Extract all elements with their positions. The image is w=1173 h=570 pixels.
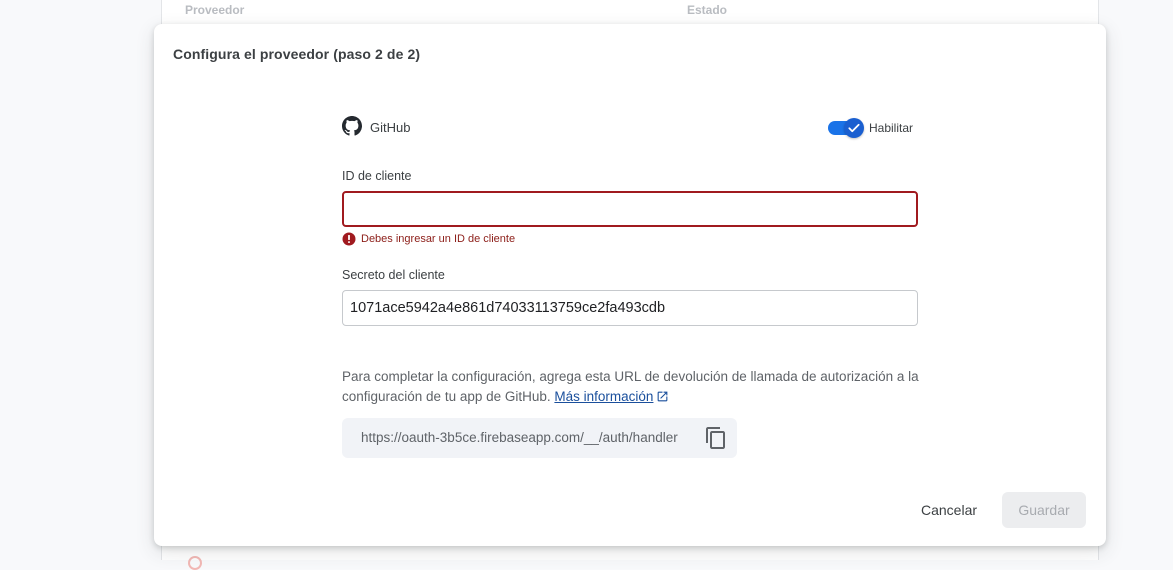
learn-more-link-label: Más información — [554, 389, 654, 404]
background-status-indicator — [188, 556, 202, 570]
copy-icon[interactable] — [704, 426, 728, 450]
external-link-icon — [658, 391, 668, 402]
client-id-input[interactable] — [342, 191, 918, 227]
provider-name: GitHub — [370, 120, 411, 135]
enable-toggle[interactable] — [828, 118, 866, 138]
callback-info-text: Para completar la configuración, agrega … — [342, 367, 922, 407]
client-id-label: ID de cliente — [342, 169, 412, 183]
client-secret-input[interactable] — [342, 290, 918, 326]
cancel-button[interactable]: Cancelar — [911, 492, 987, 528]
error-message: Debes ingresar un ID de cliente — [361, 233, 516, 245]
callback-url-box: https://oauth-3b5ce.firebaseapp.com/__/a… — [342, 418, 737, 458]
callback-url: https://oauth-3b5ce.firebaseapp.com/__/a… — [361, 430, 678, 445]
client-secret-label: Secreto del cliente — [342, 268, 445, 282]
provider-row: GitHub Habilitar — [342, 116, 918, 138]
enable-toggle-label[interactable]: Habilitar — [869, 121, 913, 135]
column-header-status: Estado — [687, 3, 728, 17]
dialog-title: Configura el proveedor (paso 2 de 2) — [173, 46, 421, 62]
error-icon — [342, 232, 356, 246]
toggle-knob — [844, 118, 864, 138]
learn-more-link[interactable]: Más información — [554, 389, 669, 404]
check-icon — [848, 123, 860, 133]
provider-config-dialog: Configura el proveedor (paso 2 de 2) Git… — [154, 24, 1106, 546]
save-button[interactable]: Guardar — [1002, 492, 1086, 528]
github-icon — [342, 116, 362, 136]
column-header-provider: Proveedor — [185, 3, 245, 17]
